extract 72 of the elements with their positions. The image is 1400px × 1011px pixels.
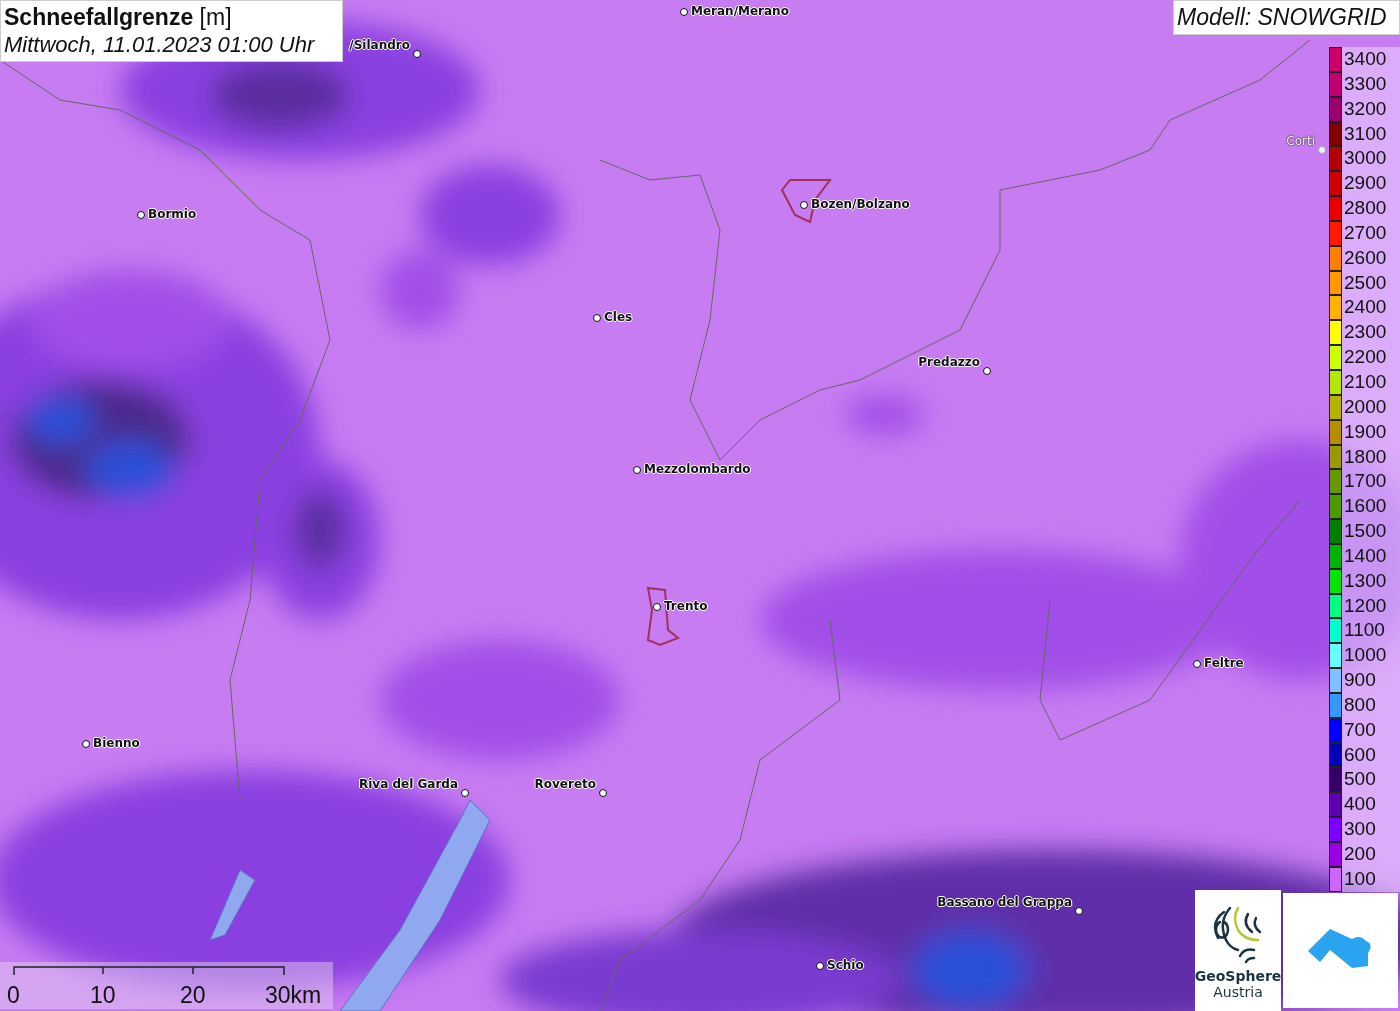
legend-label: 2700 (1343, 220, 1387, 245)
legend-label: 1400 (1343, 543, 1387, 568)
legend-label: 1000 (1343, 643, 1387, 668)
legend-label: 600 (1343, 742, 1376, 767)
city-label: /Silandro (349, 38, 410, 52)
map-title: Schneefallgrenze [m] (4, 4, 233, 31)
city-label: Bassano del Grappa (937, 895, 1072, 909)
legend-label: 800 (1343, 692, 1376, 717)
scale-tick-label: 10 (90, 982, 116, 1009)
legend-label: 1600 (1343, 494, 1387, 519)
city-label: Corti (1286, 134, 1315, 148)
city-marker-icon (653, 603, 661, 611)
city-marker-icon (461, 789, 469, 797)
legend-label: 1200 (1343, 593, 1387, 618)
city-marker-icon (800, 201, 808, 209)
logo-name: GeoSphere (1194, 968, 1282, 984)
legend-label: 2200 (1343, 345, 1387, 370)
city-marker-icon (599, 789, 607, 797)
legend-label: 1300 (1343, 568, 1387, 593)
city-marker-icon (680, 8, 688, 16)
legend-label: 100 (1343, 866, 1376, 891)
logo-country: Austria (1213, 984, 1263, 1000)
legend-label: 2100 (1343, 369, 1387, 394)
legend-label: 500 (1343, 767, 1376, 792)
legend-label: 1100 (1343, 618, 1385, 643)
legend-label: 3100 (1343, 121, 1387, 146)
city-marker-icon (82, 740, 90, 748)
scale-tick-label: 0 (7, 982, 20, 1009)
scale-tick-label: 30km (265, 982, 322, 1009)
scale-bar-line-icon (13, 966, 285, 976)
legend-label: 400 (1343, 792, 1376, 817)
legend-label: 3400 (1343, 47, 1387, 71)
city-marker-icon (413, 50, 421, 58)
city-label: Rovereto (534, 777, 596, 791)
city-label: Mezzolombardo (644, 462, 751, 476)
model-label: Modell: SNOWGRID (1173, 0, 1400, 35)
city-label: Feltre (1204, 656, 1244, 670)
legend-label: 2900 (1343, 171, 1387, 196)
legend-label: 2500 (1343, 270, 1387, 295)
legend-label: 3200 (1343, 96, 1387, 121)
legend-label: 3000 (1343, 146, 1387, 171)
city-label: Bienno (93, 736, 140, 750)
legend-label: 200 (1343, 842, 1376, 866)
legend-label: 2600 (1343, 245, 1387, 270)
legend-label: 2800 (1343, 196, 1387, 221)
map-datetime: Mittwoch, 11.01.2023 01:00 Uhr (4, 31, 316, 59)
city-marker-icon (137, 211, 145, 219)
city-marker-icon (816, 962, 824, 970)
legend-label: 2300 (1343, 320, 1387, 345)
city-label: Cles (604, 310, 633, 324)
legend-label: 1700 (1343, 469, 1387, 494)
legend-label: 1900 (1343, 419, 1387, 444)
city-marker-icon (593, 314, 601, 322)
city-label: Riva del Garda (358, 777, 458, 791)
legend-label: 1800 (1343, 444, 1387, 469)
city-label: Predazzo (918, 355, 980, 369)
legend-label: 900 (1343, 668, 1376, 693)
legend-label: 2000 (1343, 394, 1387, 419)
legend-label: 2400 (1343, 295, 1387, 320)
scale-tick-label: 20 (180, 982, 206, 1009)
legend-label: 300 (1343, 817, 1376, 842)
legend-label: 1500 (1343, 519, 1387, 544)
city-marker-icon (983, 367, 991, 375)
city-marker-icon (1318, 146, 1326, 154)
legend-label: 700 (1343, 717, 1376, 742)
city-label: Schio (827, 958, 864, 972)
city-marker-icon (1075, 907, 1083, 915)
city-label: Meran/Merano (691, 4, 789, 18)
city-marker-icon (1193, 660, 1201, 668)
legend-label: 3300 (1343, 71, 1387, 96)
city-marker-icon (633, 466, 641, 474)
city-label: Bormio (148, 207, 197, 221)
